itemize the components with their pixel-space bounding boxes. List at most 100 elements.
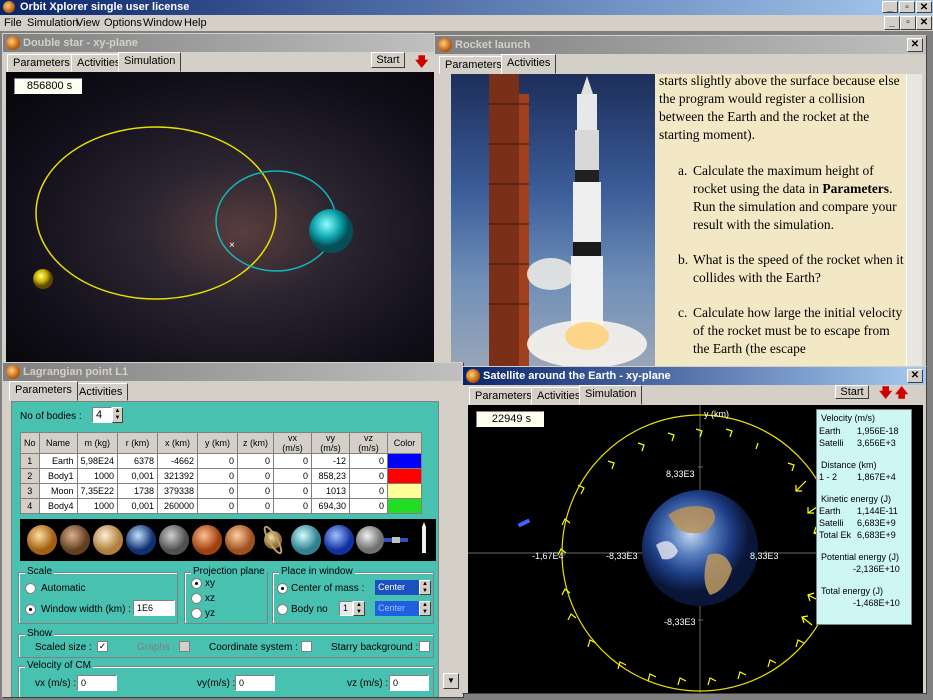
place-com-arrows[interactable]: ▲ ▼ xyxy=(419,580,431,595)
menu-simulation[interactable]: Simulation xyxy=(27,17,78,29)
table-row[interactable]: 1 Earth 5,98E24 6378 -4662 0 0 0 -12 0 xyxy=(20,453,423,469)
cell-name[interactable]: Body1 xyxy=(38,468,78,484)
place-body-radio[interactable] xyxy=(277,604,288,615)
tab-activities[interactable]: Activities xyxy=(73,383,129,401)
tab-parameters[interactable]: Parameters xyxy=(439,56,508,74)
cell-m[interactable]: 5,98E24 xyxy=(76,453,119,469)
tab-parameters[interactable]: Parameters xyxy=(469,387,538,405)
cell-color[interactable] xyxy=(387,468,423,484)
table-row[interactable]: 4 Body4 1000 0,001 260000 0 0 0 694,30 0 xyxy=(20,498,423,514)
cell-y[interactable]: 0 xyxy=(197,453,239,469)
cell-m[interactable]: 7,35E22 xyxy=(76,483,119,499)
vz-input[interactable]: 0 xyxy=(389,675,429,691)
uranus-icon[interactable] xyxy=(291,525,321,555)
cell-x[interactable]: 379338 xyxy=(157,483,199,499)
proj-xy-radio[interactable] xyxy=(191,578,202,589)
cell-vx[interactable]: 0 xyxy=(273,468,313,484)
place-body-arrows[interactable]: ▲ ▼ xyxy=(353,601,365,616)
show-scaled-checkbox[interactable]: ✓ xyxy=(97,641,108,652)
earth-icon[interactable] xyxy=(126,525,156,555)
menu-window[interactable]: Window xyxy=(143,17,182,29)
arrow-up-icon[interactable]: 🡅 xyxy=(895,384,908,406)
show-starry-checkbox[interactable] xyxy=(419,641,430,652)
cell-vy[interactable]: 694,30 xyxy=(311,498,351,514)
vx-input[interactable]: 0 xyxy=(77,675,117,691)
table-row[interactable]: 3 Moon 7,35E22 1738 379338 0 0 0 1013 0 xyxy=(20,483,423,499)
mercury-icon[interactable] xyxy=(60,525,90,555)
cell-x[interactable]: -4662 xyxy=(157,453,199,469)
place-com-radio[interactable] xyxy=(277,583,288,594)
arrow-down-icon[interactable]: 🡇 xyxy=(879,384,892,406)
rocket-close-button[interactable]: ✕ xyxy=(907,38,923,52)
minimize-button[interactable]: _ xyxy=(882,1,898,13)
start-button[interactable]: Start xyxy=(371,52,405,68)
cell-z[interactable]: 0 xyxy=(237,483,275,499)
proj-xz-radio[interactable] xyxy=(191,593,202,604)
rocket-scrollbar[interactable] xyxy=(906,74,922,366)
cell-y[interactable]: 0 xyxy=(197,468,239,484)
cell-z[interactable]: 0 xyxy=(237,468,275,484)
cell-vx[interactable]: 0 xyxy=(273,453,313,469)
menu-view[interactable]: View xyxy=(76,17,100,29)
cell-x[interactable]: 260000 xyxy=(157,498,199,514)
mdi-minimize-button[interactable]: _ xyxy=(884,16,900,30)
close-button[interactable]: ✕ xyxy=(916,1,932,13)
lagrange-scroll-down[interactable]: ▼ xyxy=(443,673,459,689)
vy-input[interactable]: 0 xyxy=(235,675,275,691)
cell-name[interactable]: Moon xyxy=(38,483,78,499)
tab-parameters[interactable]: Parameters xyxy=(7,54,76,72)
place-body-input[interactable]: 1 xyxy=(339,601,353,616)
start-button[interactable]: Start xyxy=(835,385,869,399)
cell-z[interactable]: 0 xyxy=(237,498,275,514)
bodies-spinner-arrows[interactable]: ▲ ▼ xyxy=(112,407,123,423)
tab-parameters[interactable]: Parameters xyxy=(9,381,78,401)
satellite-close-button[interactable]: ✕ xyxy=(907,369,923,383)
sun-icon[interactable] xyxy=(27,525,57,555)
menu-help[interactable]: Help xyxy=(184,17,207,29)
scale-width-input[interactable]: 1E6 xyxy=(133,600,175,616)
tab-activities[interactable]: Activities xyxy=(501,54,557,74)
cell-vx[interactable]: 0 xyxy=(273,483,313,499)
cell-r[interactable]: 0,001 xyxy=(117,468,159,484)
jupiter-icon[interactable] xyxy=(225,525,255,555)
menu-file[interactable]: File xyxy=(4,17,22,29)
cell-vx[interactable]: 0 xyxy=(273,498,313,514)
cell-vz[interactable]: 0 xyxy=(349,468,389,484)
pluto-icon[interactable] xyxy=(356,526,384,554)
cell-color[interactable] xyxy=(387,498,423,514)
cell-r[interactable]: 1738 xyxy=(117,483,159,499)
table-row[interactable]: 2 Body1 1000 0,001 321392 0 0 0 858,23 0 xyxy=(20,468,423,484)
cell-r[interactable]: 6378 xyxy=(117,453,159,469)
cell-color[interactable] xyxy=(387,483,423,499)
cell-vz[interactable]: 0 xyxy=(349,498,389,514)
show-coord-checkbox[interactable] xyxy=(301,641,312,652)
rocket-icon[interactable] xyxy=(422,522,426,553)
place-com-select[interactable]: Center xyxy=(375,580,419,595)
mdi-close-button[interactable]: ✕ xyxy=(916,16,932,30)
restore-button[interactable]: ▫ xyxy=(899,1,915,13)
cell-name[interactable]: Earth xyxy=(38,453,78,469)
mdi-restore-button[interactable]: ▫ xyxy=(900,16,916,30)
scale-auto-radio[interactable] xyxy=(25,583,36,594)
tab-simulation[interactable]: Simulation xyxy=(579,385,643,405)
cell-m[interactable]: 1000 xyxy=(76,498,119,514)
cell-y[interactable]: 0 xyxy=(197,483,239,499)
proj-yz-radio[interactable] xyxy=(191,608,202,619)
neptune-icon[interactable] xyxy=(324,525,354,555)
cell-x[interactable]: 321392 xyxy=(157,468,199,484)
cell-vy[interactable]: 858,23 xyxy=(311,468,351,484)
venus-icon[interactable] xyxy=(93,525,123,555)
saturn-icon[interactable] xyxy=(262,525,284,555)
cell-name[interactable]: Body4 xyxy=(38,498,78,514)
tab-simulation[interactable]: Simulation xyxy=(118,52,182,72)
menu-options[interactable]: Options xyxy=(104,17,142,29)
cell-color[interactable] xyxy=(387,453,423,469)
cell-m[interactable]: 1000 xyxy=(76,468,119,484)
bodies-spinner[interactable]: 4 xyxy=(92,407,112,423)
cell-vz[interactable]: 0 xyxy=(349,453,389,469)
place-body-select[interactable]: Center xyxy=(375,601,419,616)
cell-z[interactable]: 0 xyxy=(237,453,275,469)
place-body-select-arrows[interactable]: ▲ ▼ xyxy=(419,601,431,616)
satellite-icon[interactable] xyxy=(384,537,408,543)
cell-y[interactable]: 0 xyxy=(197,498,239,514)
